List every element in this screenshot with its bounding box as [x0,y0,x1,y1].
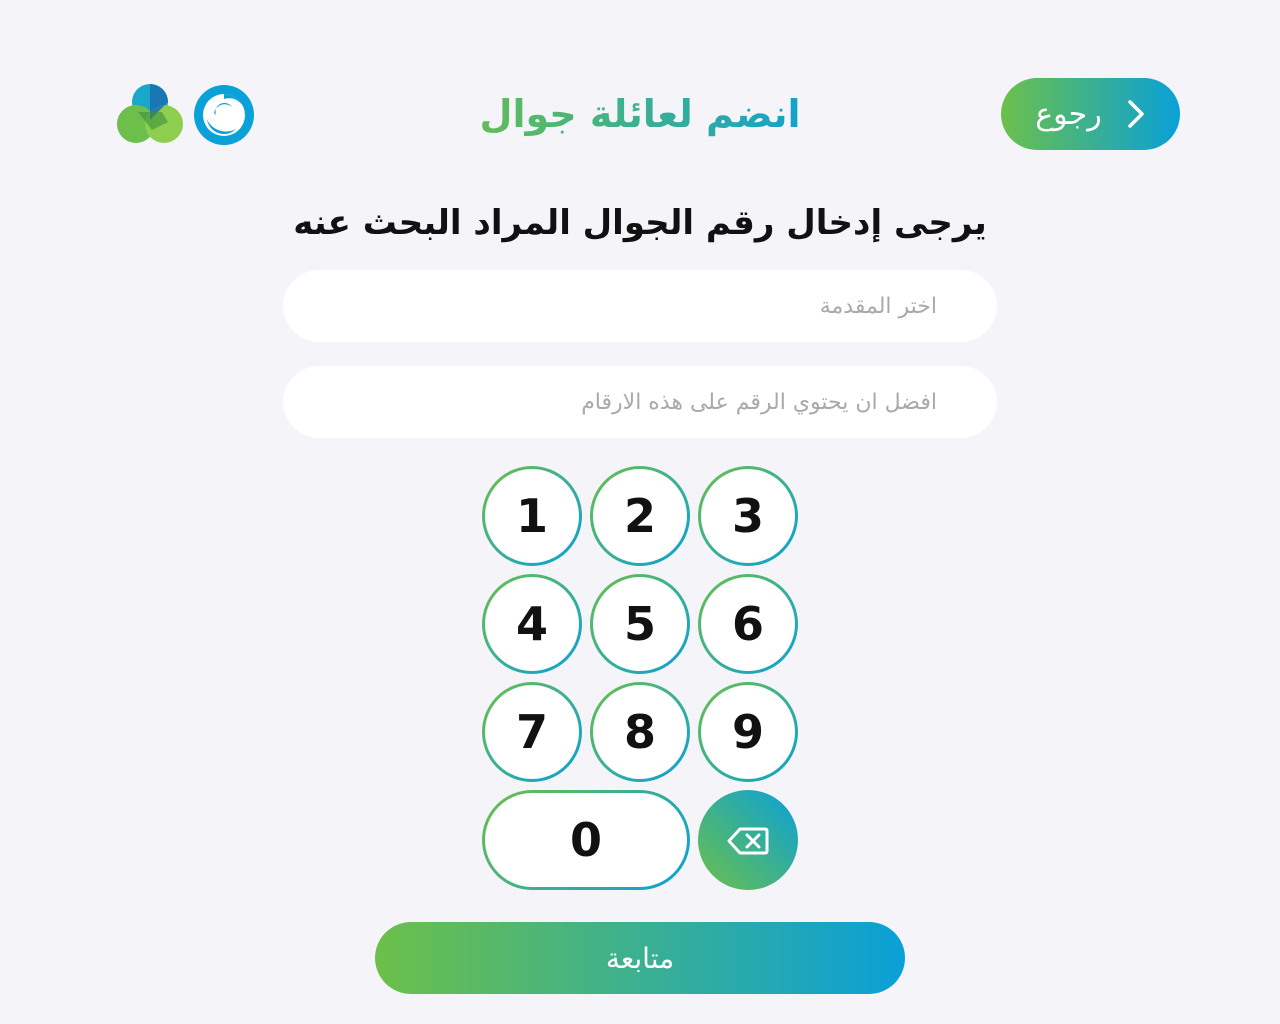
key-5[interactable]: 5 [590,574,690,674]
key-7[interactable]: 7 [482,682,582,782]
chevron-right-icon [1126,99,1146,129]
key-8[interactable]: 8 [590,682,690,782]
backspace-icon [727,813,769,867]
key-3[interactable]: 3 [698,466,798,566]
swirl-logo [192,83,256,147]
key-6[interactable]: 6 [698,574,798,674]
back-button[interactable]: رجوع [1001,78,1180,150]
back-button-label: رجوع [1035,96,1102,132]
join-page: انضم لعائلة جوال رجوع يرجى إدخال رقم الج… [0,0,1280,1024]
key-2[interactable]: 2 [590,466,690,566]
prefix-input[interactable] [341,292,939,320]
instruction-text: يرجى إدخال رقم الجوال المراد البحث عنه [293,203,987,243]
number-field[interactable] [283,366,997,438]
key-9[interactable]: 9 [698,682,798,782]
backspace-button[interactable] [698,790,798,890]
key-4[interactable]: 4 [482,574,582,674]
page-title: انضم لعائلة جوال [440,86,840,142]
number-input[interactable] [341,388,939,416]
key-1[interactable]: 1 [482,466,582,566]
clover-logo [116,82,184,146]
continue-button[interactable]: متابعة [375,922,905,994]
key-0[interactable]: 0 [482,790,690,890]
prefix-field[interactable] [283,270,997,342]
